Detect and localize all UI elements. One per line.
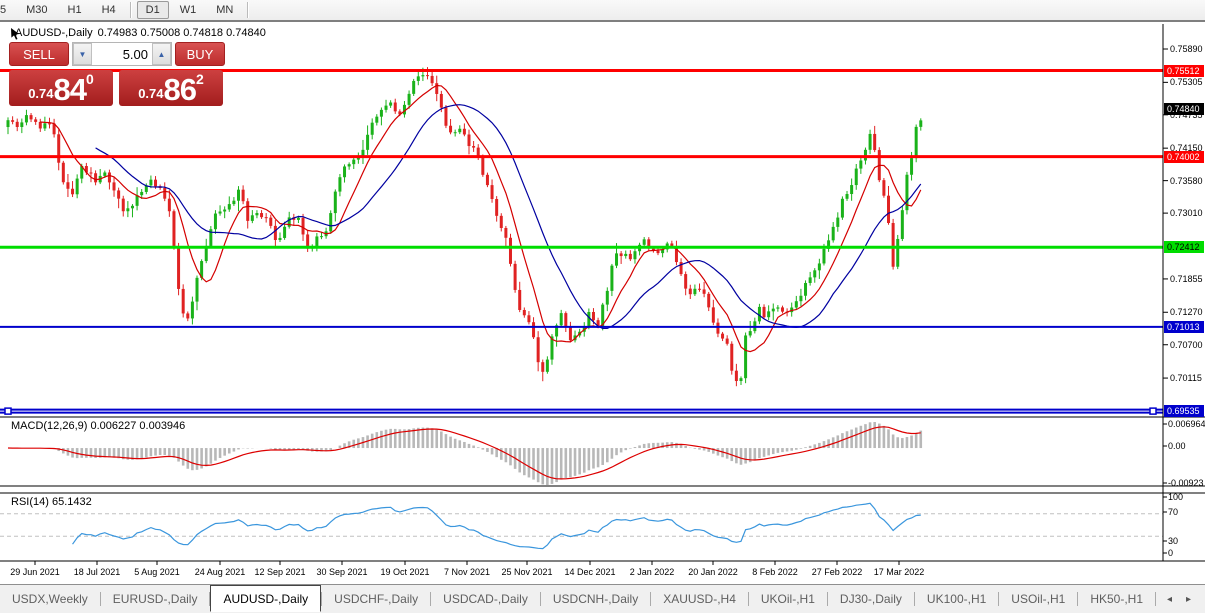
sell-price-big: 84 <box>54 75 86 104</box>
date-tick-label: 24 Aug 2021 <box>195 567 246 577</box>
price-badge: 0.74840 <box>1164 103 1204 115</box>
date-tick-label: 19 Oct 2021 <box>380 567 429 577</box>
trading-terminal: 5M30H1H4D1W1MN AUDUSD-,Daily 0.74983 0.7… <box>0 0 1205 613</box>
price-tick-label: 0.71270 <box>1170 307 1204 317</box>
chart-symbol-label: AUDUSD-,Daily <box>15 27 93 39</box>
price-tick-label: 0.71855 <box>1170 274 1204 284</box>
volume-spinner: ▼ ▲ <box>72 42 172 66</box>
date-tick-label: 17 Mar 2022 <box>874 567 925 577</box>
symbol-tabbar: USDX,WeeklyEURUSD-,DailyAUDUSD-,DailyUSD… <box>0 584 1205 613</box>
tab-scroll-right-icon[interactable]: ▸ <box>1186 594 1191 605</box>
rsi-axis-label: 100 <box>1168 492 1183 502</box>
price-badge: 0.69535 <box>1164 405 1204 417</box>
macd-axis-label: 0.00 <box>1168 441 1186 451</box>
sell-price-prefix: 0.74 <box>28 84 53 104</box>
sell-button[interactable]: SELL <box>9 42 69 66</box>
price-tick-label: 0.75305 <box>1170 77 1204 87</box>
rsi-axis-label: 0 <box>1168 548 1173 558</box>
volume-decrease-button[interactable]: ▼ <box>73 43 92 65</box>
price-tick-label: 0.75890 <box>1170 44 1204 54</box>
price-tick-label: 0.70700 <box>1170 340 1204 350</box>
sell-quote[interactable]: 0.74 84 0 <box>9 70 113 106</box>
buy-price-prefix: 0.74 <box>138 84 163 104</box>
one-click-trade-panel: SELL ▼ ▲ BUY 0.74 84 0 0.74 86 2 <box>9 42 225 106</box>
price-badge: 0.72412 <box>1164 241 1204 253</box>
rsi-axis-label: 30 <box>1168 536 1178 546</box>
tab-scroll-left-icon[interactable]: ◂ <box>1167 594 1172 605</box>
tab-separator <box>1155 592 1156 606</box>
tab-ukoil-h1[interactable]: UKOil-,H1 <box>749 587 827 611</box>
tab-uk100-h1[interactable]: UK100-,H1 <box>915 587 998 611</box>
date-tick-label: 5 Aug 2021 <box>134 567 180 577</box>
buy-price-big: 86 <box>164 75 196 104</box>
date-tick-label: 2 Jan 2022 <box>630 567 675 577</box>
volume-increase-button[interactable]: ▲ <box>152 43 171 65</box>
date-tick-label: 30 Sep 2021 <box>316 567 367 577</box>
tab-hk50-h1[interactable]: HK50-,H1 <box>1078 587 1155 611</box>
buy-quote[interactable]: 0.74 86 2 <box>119 70 223 106</box>
tab-audusd-daily[interactable]: AUDUSD-,Daily <box>210 585 321 612</box>
tab-usoil-h1[interactable]: USOil-,H1 <box>999 587 1077 611</box>
chart-ohlc-values: 0.74983 0.75008 0.74818 0.74840 <box>98 27 266 39</box>
date-tick-label: 18 Jul 2021 <box>74 567 121 577</box>
buy-button[interactable]: BUY <box>175 42 225 66</box>
date-tick-label: 20 Jan 2022 <box>688 567 738 577</box>
price-badge: 0.71013 <box>1164 321 1204 333</box>
tab-usdcnh-daily[interactable]: USDCNH-,Daily <box>541 587 650 611</box>
price-badge: 0.74002 <box>1164 151 1204 163</box>
date-tick-label: 12 Sep 2021 <box>254 567 305 577</box>
cursor-icon <box>10 27 21 40</box>
macd-axis-label: 0.006964 <box>1168 419 1205 429</box>
date-tick-label: 25 Nov 2021 <box>501 567 552 577</box>
macd-axis-label: -0.00923 <box>1168 478 1204 488</box>
volume-input[interactable] <box>92 43 152 65</box>
date-tick-label: 14 Dec 2021 <box>564 567 615 577</box>
date-tick-label: 8 Feb 2022 <box>752 567 798 577</box>
date-tick-label: 27 Feb 2022 <box>812 567 863 577</box>
rsi-axis-label: 70 <box>1168 507 1178 517</box>
date-tick-label: 29 Jun 2021 <box>10 567 60 577</box>
price-tick-label: 0.73580 <box>1170 176 1204 186</box>
date-tick-label: 7 Nov 2021 <box>444 567 490 577</box>
buy-price-pipette: 2 <box>196 73 204 85</box>
chart-title: AUDUSD-,Daily 0.74983 0.75008 0.74818 0.… <box>10 27 266 39</box>
sell-price-pipette: 0 <box>86 73 94 85</box>
tab-usdchf-daily[interactable]: USDCHF-,Daily <box>322 587 430 611</box>
rsi-label: RSI(14) 65.1432 <box>11 496 92 508</box>
macd-label: MACD(12,26,9) 0.006227 0.003946 <box>11 420 185 432</box>
tab-dj30-daily[interactable]: DJ30-,Daily <box>828 587 914 611</box>
tab-xauusd-h4[interactable]: XAUUSD-,H4 <box>651 587 748 611</box>
tab-usdx-weekly[interactable]: USDX,Weekly <box>0 587 100 611</box>
price-tick-label: 0.70115 <box>1170 373 1204 383</box>
price-badge: 0.75512 <box>1164 65 1204 77</box>
tab-usdcad-daily[interactable]: USDCAD-,Daily <box>431 587 540 611</box>
tab-eurusd-daily[interactable]: EURUSD-,Daily <box>101 587 210 611</box>
price-tick-label: 0.73010 <box>1170 208 1204 218</box>
